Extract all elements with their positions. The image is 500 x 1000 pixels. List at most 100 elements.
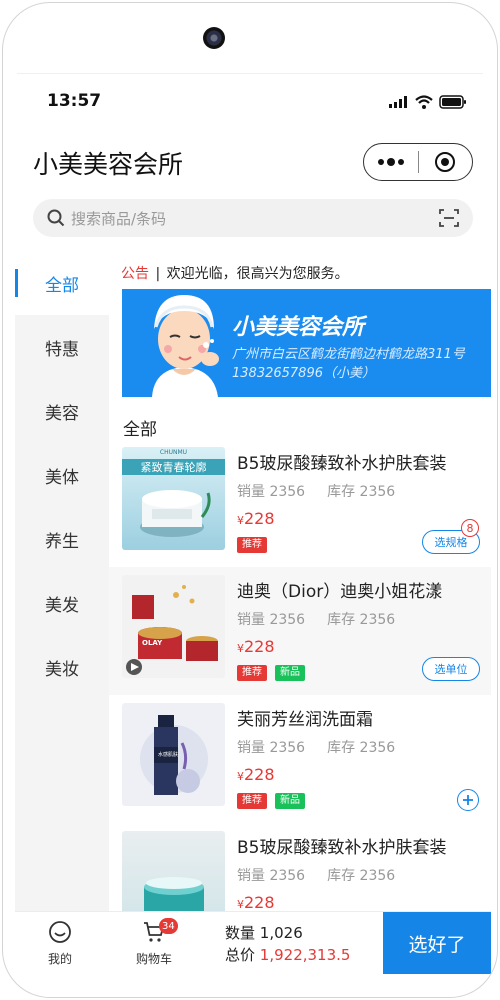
product-image: 水感肌肤: [122, 703, 225, 806]
product-stock: 库存 2356: [327, 740, 396, 756]
product-stats: 销量 2356 库存 2356: [237, 865, 395, 885]
add-to-cart-button[interactable]: [457, 789, 479, 811]
sidebar-item-makeup[interactable]: 美妆: [15, 635, 109, 699]
sidebar-item-all[interactable]: 全部: [15, 251, 109, 315]
scan-icon[interactable]: [439, 209, 459, 227]
sidebar-item-body[interactable]: 美体: [15, 443, 109, 507]
price-value: 228: [244, 765, 275, 784]
product-item[interactable]: 水感肌肤 芙丽芳丝润洗面霜 销量 2356 库存 2356 ¥228 推荐 新品: [109, 695, 491, 823]
status-icons: [389, 95, 467, 109]
wifi-icon: [415, 95, 433, 109]
search-icon: [47, 209, 65, 227]
quantity-value: 1,026: [259, 924, 303, 942]
product-sales: 销量 2356: [237, 868, 306, 884]
more-button[interactable]: [364, 144, 418, 180]
battery-icon: [439, 95, 466, 109]
product-stats: 销量 2356 库存 2356: [237, 737, 395, 757]
search-bar[interactable]: 搜索商品/条码: [33, 199, 473, 237]
phone-frame: 13:57 小美美容会所 搜索商品/条码 全部 特惠 美容 美体 养生 美发 美…: [2, 2, 498, 998]
cream-jar-icon: [140, 490, 211, 537]
woman-illustration: [152, 295, 219, 397]
announcement-separator: |: [155, 266, 161, 282]
currency-symbol: ¥: [237, 898, 244, 911]
announcement-text: 欢迎光临，很高兴为您服务。: [166, 266, 349, 282]
announcement-tag: 公告: [121, 266, 149, 282]
sidebar-item-hair[interactable]: 美发: [15, 571, 109, 635]
mini-program-capsule[interactable]: [363, 143, 473, 181]
product-item[interactable]: CHUNMU 紧致青春轮廓 B5玻尿酸臻致补水护肤套装 销量 2356 库存 23…: [109, 439, 491, 567]
total-row: 总价 1,922,313.5: [225, 944, 350, 966]
price-value: 228: [244, 893, 275, 911]
product-stats: 销量 2356 库存 2356: [237, 481, 395, 501]
confirm-button[interactable]: 选好了: [383, 912, 491, 974]
quantity-label: 数量: [225, 924, 256, 942]
select-unit-button[interactable]: 选单位: [422, 657, 480, 681]
tag-recommend: 推荐: [237, 793, 267, 809]
product-price: ¥228: [237, 637, 275, 656]
product-panel: 公告 | 欢迎光临，很高兴为您服务。 小美美容会所 广州市白云区鹤龙街鹤边村鹤龙…: [109, 251, 491, 911]
sidebar-item-special[interactable]: 特惠: [15, 315, 109, 379]
currency-symbol: ¥: [237, 642, 244, 655]
store-banner[interactable]: 小美美容会所 广州市白云区鹤龙街鹤边村鹤龙路311号 13832657896（小…: [122, 289, 491, 397]
product-item[interactable]: B5玻尿酸臻致补水护肤套装 销量 2356 库存 2356 ¥228: [109, 823, 491, 911]
price-value: 228: [244, 637, 275, 656]
signal-icon: [389, 96, 407, 108]
product-name: 芙丽芳丝润洗面霜: [237, 710, 373, 730]
product-price: ¥228: [237, 765, 275, 784]
product-image: [122, 831, 225, 911]
bottom-bar: 我的 34 购物车 数量 1,026 总价 1,922,313.5 选好了: [15, 911, 491, 974]
product-item[interactable]: OLAY 迪奥（Dior）迪奥小姐花漾 销量 2356 库存 2356 ¥228 …: [109, 567, 491, 695]
product-sales: 销量 2356: [237, 740, 306, 756]
status-time: 13:57: [47, 91, 102, 111]
product-price: ¥228: [237, 893, 275, 911]
tab-me[interactable]: 我的: [35, 920, 85, 967]
banner-address: 广州市白云区鹤龙街鹤边村鹤龙路311号: [232, 347, 465, 362]
category-sidebar: 全部 特惠 美容 美体 养生 美发 美妆: [15, 251, 109, 911]
order-summary: 数量 1,026 总价 1,922,313.5: [225, 922, 350, 966]
tag-new: 新品: [275, 665, 305, 681]
product-image: OLAY: [122, 575, 225, 678]
cream-jar-icon: [144, 877, 204, 911]
more-dots-icon: [377, 158, 404, 166]
plus-icon: [463, 795, 473, 805]
total-label: 总价: [225, 946, 256, 964]
product-stats: 销量 2356 库存 2356: [237, 609, 395, 629]
product-stock: 库存 2356: [327, 612, 396, 628]
search-input[interactable]: 搜索商品/条码: [71, 208, 439, 229]
product-name: B5玻尿酸臻致补水护肤套装: [237, 454, 447, 474]
product-image: CHUNMU 紧致青春轮廓: [122, 447, 225, 550]
product-image-brand: 水感肌肤: [158, 752, 179, 758]
price-value: 228: [244, 509, 275, 528]
product-name: B5玻尿酸臻致补水护肤套装: [237, 838, 447, 858]
product-sales: 销量 2356: [237, 612, 306, 628]
sidebar-item-beauty[interactable]: 美容: [15, 379, 109, 443]
tab-cart-label: 购物车: [135, 952, 172, 966]
product-stock: 库存 2356: [327, 484, 396, 500]
smile-icon: [49, 921, 71, 943]
product-sales: 销量 2356: [237, 484, 306, 500]
spec-count-badge: 8: [461, 519, 479, 537]
banner-title: 小美美容会所: [232, 315, 365, 340]
product-tags: 推荐: [237, 537, 267, 553]
tag-new: 新品: [275, 793, 305, 809]
currency-symbol: ¥: [237, 770, 244, 783]
target-icon: [435, 152, 456, 172]
divider: [17, 73, 483, 74]
total-value: 1,922,313.5: [259, 946, 351, 964]
product-tags: 推荐 新品: [237, 793, 305, 809]
cart-count-badge: 34: [159, 918, 178, 934]
camera-icon: [203, 27, 225, 49]
product-image-brand: OLAY: [142, 639, 163, 647]
olay-jars-icon: [126, 585, 218, 675]
currency-symbol: ¥: [237, 514, 244, 527]
tag-recommend: 推荐: [237, 665, 267, 681]
page-title: 小美美容会所: [33, 150, 184, 179]
section-title: 全部: [123, 420, 157, 440]
product-stock: 库存 2356: [327, 868, 396, 884]
announcement: 公告 | 欢迎光临，很高兴为您服务。: [121, 263, 349, 283]
banner-phone: 13832657896（小美）: [232, 366, 375, 381]
sidebar-item-wellness[interactable]: 养生: [15, 507, 109, 571]
quantity-row: 数量 1,026: [225, 922, 350, 944]
tab-cart[interactable]: 34 购物车: [121, 918, 187, 967]
close-program-button[interactable]: [419, 144, 473, 180]
